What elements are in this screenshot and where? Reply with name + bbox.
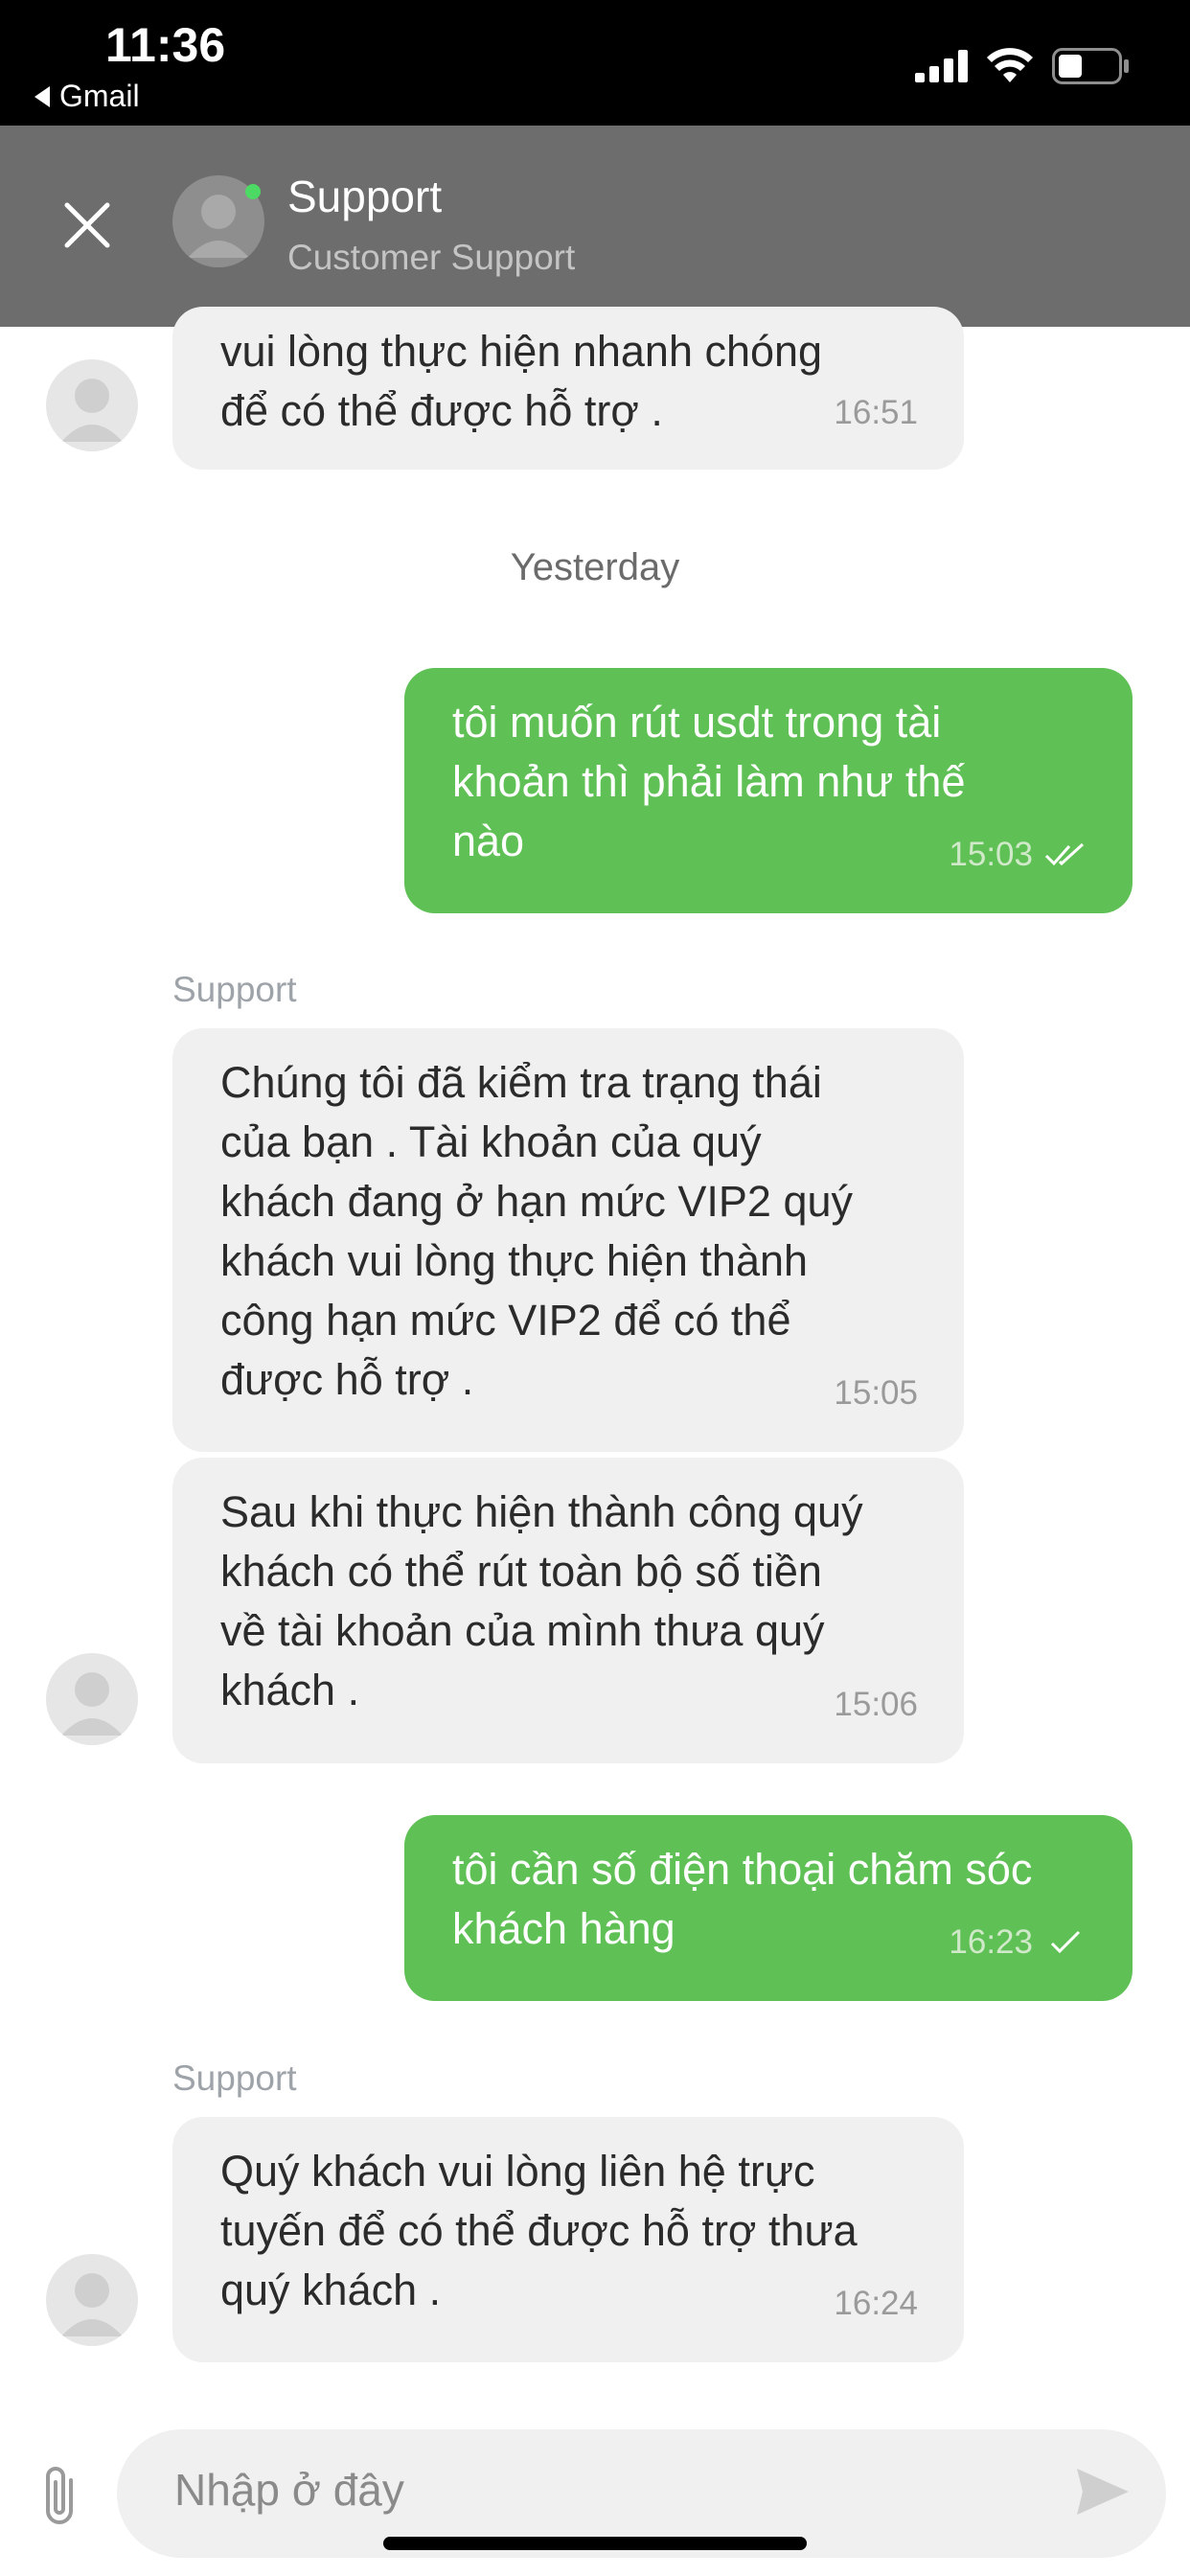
- message-line: về tài khoản của mình thưa quý: [220, 1606, 825, 1655]
- person-icon: [61, 379, 123, 442]
- message-line: vui lòng thực hiện nhanh chóng: [220, 327, 823, 376]
- message-input[interactable]: [174, 2464, 1037, 2516]
- message-line: của bạn . Tài khoản của quý: [220, 1117, 762, 1166]
- incoming-message: vui lòng thực hiện nhanh chóng để có thể…: [172, 307, 964, 470]
- home-indicator: [383, 2537, 807, 2550]
- message-time: 15:05: [834, 1374, 918, 1412]
- agent-avatar: [46, 359, 138, 451]
- send-icon[interactable]: [1073, 2465, 1133, 2518]
- message-line: để có thể được hỗ trợ .: [220, 386, 663, 435]
- agent-avatar: [46, 2254, 138, 2346]
- message-line: Quý khách vui lòng liên hệ trực: [220, 2147, 815, 2196]
- message-time: 16:51: [834, 394, 918, 431]
- back-app-label: Gmail: [59, 79, 140, 113]
- check-icon: [1050, 1930, 1081, 1954]
- incoming-message: Chúng tôi đã kiểm tra trạng thái của bạn…: [172, 1028, 964, 1452]
- agent-avatar: [46, 1653, 138, 1745]
- message-line: tuyến để có thể được hỗ trợ thưa: [220, 2206, 858, 2255]
- message-time: 15:03: [949, 836, 1033, 873]
- person-icon: [61, 1672, 123, 1736]
- message-line: Chúng tôi đã kiểm tra trạng thái: [220, 1058, 822, 1107]
- message-time: 15:06: [834, 1686, 918, 1723]
- sender-name: Support: [172, 970, 297, 1009]
- message-line: công hạn mức VIP2 để có thể: [220, 1296, 791, 1345]
- cellular-signal-icon: [915, 50, 968, 82]
- status-time: 11:36: [105, 18, 226, 72]
- incoming-message: Quý khách vui lòng liên hệ trực tuyến để…: [172, 2117, 964, 2362]
- message-line: khách .: [220, 1666, 360, 1714]
- message-time: 16:23: [949, 1923, 1033, 1961]
- message-line: khách có thể rút toàn bộ số tiền: [220, 1547, 822, 1596]
- message-line: Sau khi thực hiện thành công quý: [220, 1487, 863, 1536]
- message-line: khoản thì phải làm như thế: [452, 757, 966, 806]
- outgoing-message: tôi cần số điện thoại chăm sóc khách hàn…: [404, 1815, 1133, 2001]
- message-line: tôi muốn rút usdt trong tài: [452, 698, 942, 747]
- battery-icon: [1052, 48, 1129, 84]
- paperclip-icon[interactable]: [34, 2463, 88, 2530]
- person-icon: [61, 2273, 123, 2336]
- message-time-wrap: 15:03: [949, 825, 1087, 885]
- sender-name: Support: [172, 2058, 297, 2098]
- double-check-icon: [1044, 842, 1085, 866]
- message-time: 16:24: [834, 2285, 918, 2322]
- online-status-dot: [245, 184, 261, 199]
- chat-title: Support: [287, 172, 443, 221]
- message-line: khách đang ở hạn mức VIP2 quý: [220, 1177, 854, 1226]
- message-line: tôi cần số điện thoại chăm sóc: [452, 1845, 1033, 1894]
- status-bar: 11:36 Gmail: [0, 0, 1190, 126]
- back-to-app-link[interactable]: Gmail: [34, 79, 140, 114]
- message-line: khách vui lòng thực hiện thành: [220, 1236, 809, 1285]
- message-line: quý khách .: [220, 2266, 442, 2314]
- date-separator: Yesterday: [510, 546, 680, 588]
- chat-subtitle: Customer Support: [287, 238, 576, 277]
- close-icon[interactable]: [54, 192, 121, 259]
- message-line: được hỗ trợ .: [220, 1355, 474, 1404]
- back-arrow-icon: [34, 85, 50, 107]
- outgoing-message: tôi muốn rút usdt trong tài khoản thì ph…: [404, 668, 1133, 913]
- incoming-message: Sau khi thực hiện thành công quý khách c…: [172, 1458, 964, 1763]
- wifi-icon: [987, 48, 1033, 82]
- message-time-wrap: 16:23: [949, 1913, 1087, 1972]
